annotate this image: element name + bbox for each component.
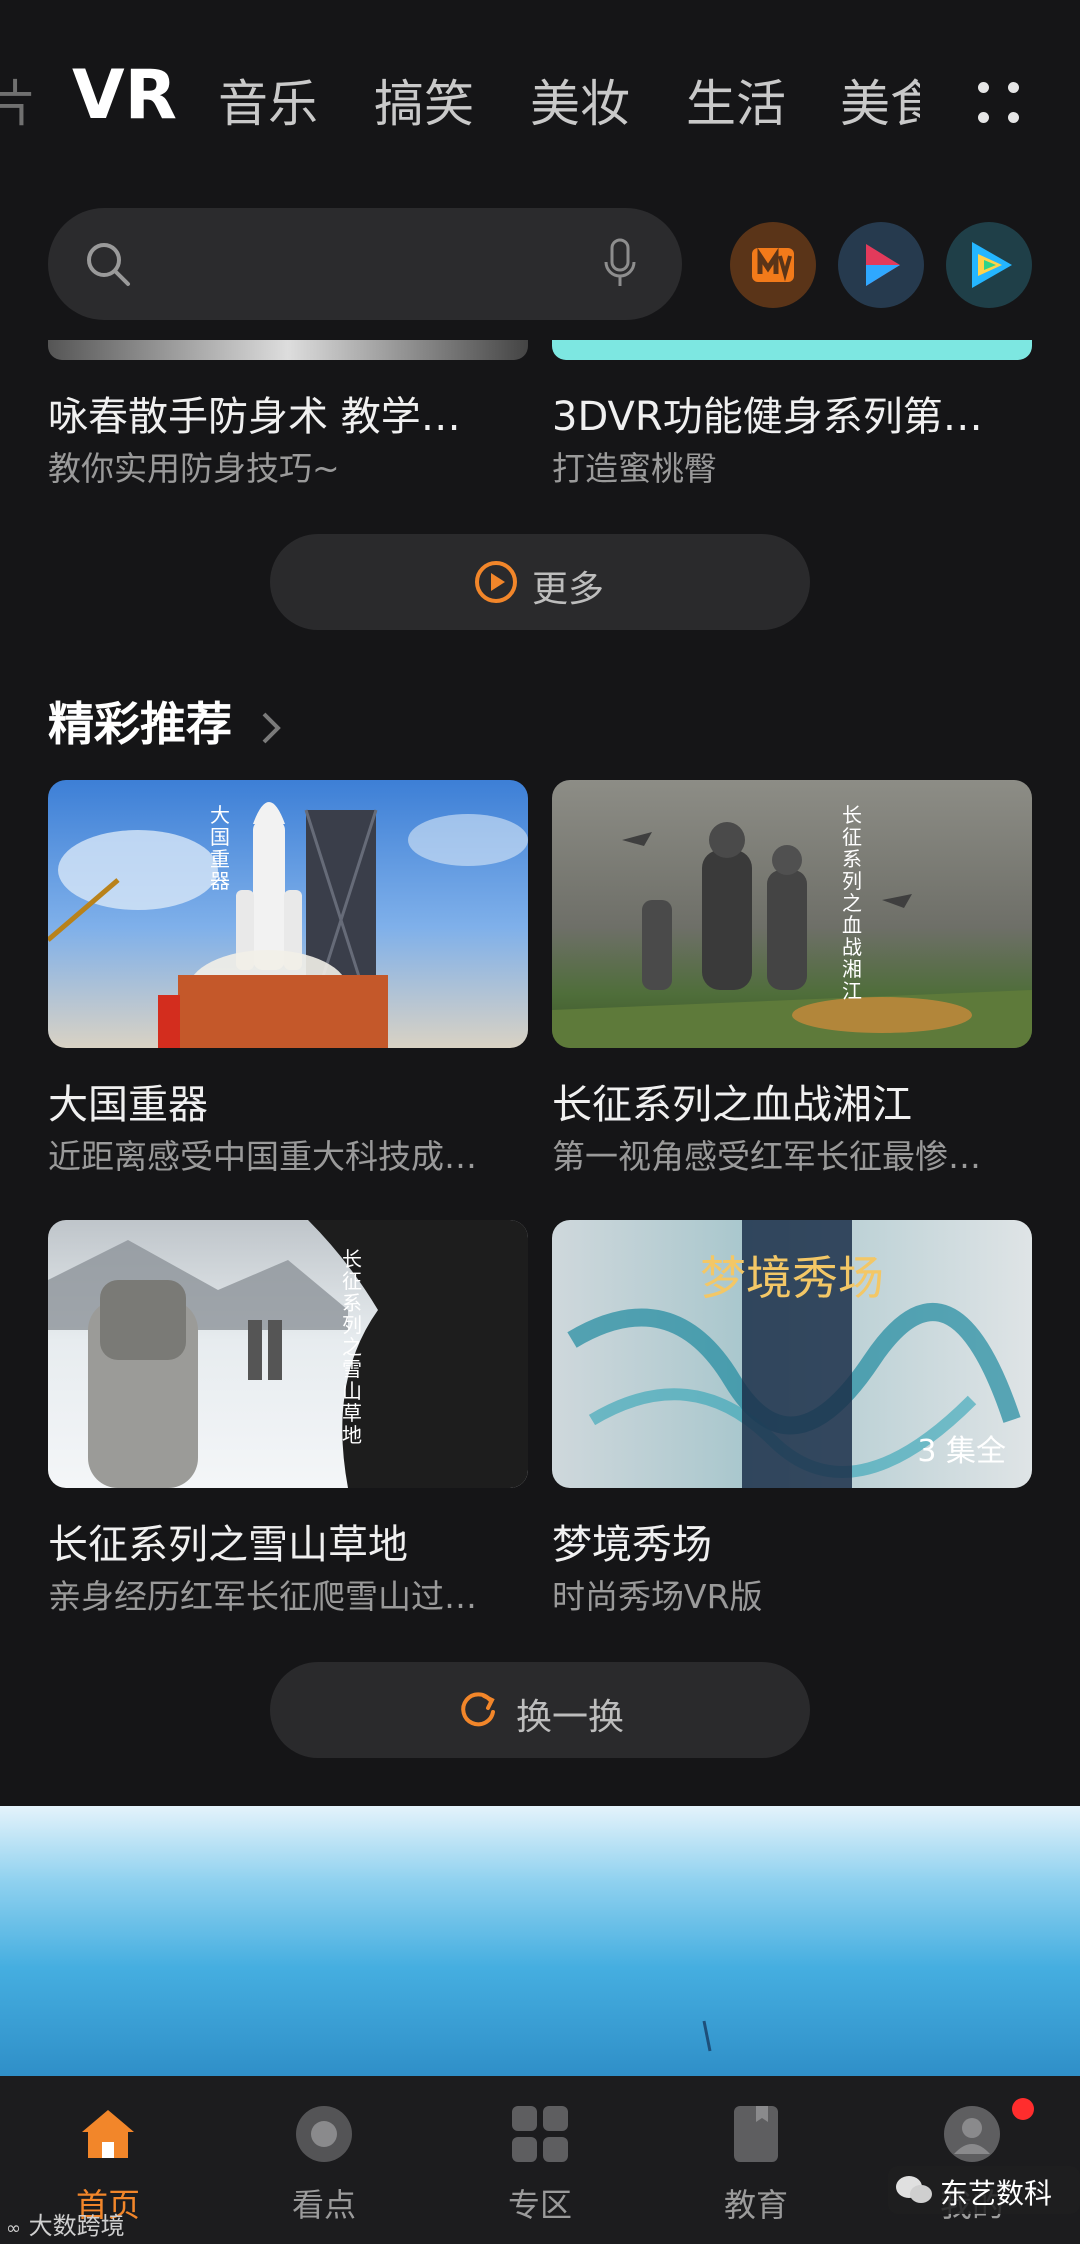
watermark-right: 东艺数科 — [888, 2166, 1080, 2214]
tab-beauty[interactable]: 美妆 — [530, 64, 630, 136]
watermark-left: ∞ 大数跨境 — [6, 2206, 125, 2241]
chevron-right-icon — [262, 712, 281, 743]
card-subtitle: 打造蜜桃臀 — [552, 449, 717, 488]
top-tab-bar: 片 VR 音乐 搞笑 美妆 生活 美食 — [0, 40, 1080, 150]
section-title-text: 精彩推荐 — [48, 697, 232, 751]
bottom-nav: 首页 看点 专区 教育 我的 — [0, 2076, 1080, 2244]
video-thumbnail-partial[interactable] — [48, 340, 528, 360]
watermark-right-text: 东艺数科 — [940, 2177, 1053, 2210]
mango-tv-icon[interactable] — [730, 222, 816, 308]
search-input[interactable] — [148, 228, 582, 302]
banner-image[interactable] — [0, 1806, 1080, 2076]
refresh-icon — [461, 1692, 495, 1727]
card-subtitle: 教你实用防身技巧~ — [48, 449, 340, 488]
tab-partial-left[interactable]: 片 — [0, 64, 36, 136]
wechat-icon — [896, 2176, 932, 2203]
nav-item-profile[interactable]: 我的 — [864, 2076, 1080, 2244]
video-thumbnail-partial[interactable] — [552, 340, 1032, 360]
card-title[interactable]: 长征系列之雪山草地 — [48, 1512, 538, 1570]
book-icon — [734, 2106, 778, 2162]
thumbnail-overlay-text: 大国重器 — [210, 803, 230, 893]
watermark-logo-icon: ∞ — [6, 2218, 21, 2239]
thumbnail-overlay-text: 梦境秀场 — [700, 1251, 884, 1305]
card-title[interactable]: 梦境秀场 — [552, 1512, 1042, 1570]
video-thumbnail[interactable]: 长征系列之雪山草地 — [48, 1220, 528, 1488]
video-play-icon[interactable] — [838, 222, 924, 308]
video-thumbnail[interactable]: 大国重器 — [48, 780, 528, 1048]
nav-item-highlights[interactable]: 看点 — [216, 2076, 432, 2244]
watermark-left-text: 大数跨境 — [28, 2212, 125, 2240]
episode-count-badge: 3 集全 — [917, 1434, 1006, 1469]
video-thumbnail[interactable]: 梦境秀场 3 集全 — [552, 1220, 1032, 1488]
section-title[interactable]: 精彩推荐 — [48, 688, 286, 754]
tab-food[interactable]: 美食 — [840, 64, 920, 136]
search-bar[interactable] — [48, 208, 682, 320]
play-circle-icon — [475, 561, 517, 603]
nav-item-zone[interactable]: 专区 — [432, 2076, 648, 2244]
card-title[interactable]: 3DVR功能健身系列第… — [552, 384, 1042, 442]
tab-vr[interactable]: VR — [72, 56, 177, 135]
card-subtitle: 第一视角感受红军长征最惨… — [552, 1137, 981, 1176]
nav-item-education[interactable]: 教育 — [648, 2076, 864, 2244]
highlights-icon — [296, 2106, 352, 2162]
card-subtitle: 时尚秀场VR版 — [552, 1577, 763, 1616]
tab-funny[interactable]: 搞笑 — [374, 64, 474, 136]
search-icon — [87, 243, 130, 286]
refresh-button-label: 换一换 — [516, 1697, 625, 1738]
more-button[interactable]: 更多 — [270, 534, 810, 630]
profile-icon — [944, 2106, 1000, 2162]
thumbnail-overlay-text: 长征系列之血战湘江 — [842, 803, 862, 1003]
more-tabs-icon[interactable] — [970, 74, 1030, 134]
grid-icon — [512, 2106, 568, 2162]
tab-music[interactable]: 音乐 — [218, 64, 318, 136]
notification-dot — [1012, 2098, 1034, 2120]
card-subtitle: 亲身经历红军长征爬雪山过… — [48, 1577, 477, 1616]
microphone-icon[interactable] — [600, 236, 640, 292]
tencent-video-icon[interactable] — [946, 222, 1032, 308]
nav-label: 看点 — [291, 2186, 356, 2224]
card-title[interactable]: 长征系列之血战湘江 — [552, 1072, 1042, 1130]
tab-life[interactable]: 生活 — [686, 64, 786, 136]
video-thumbnail[interactable]: 长征系列之血战湘江 — [552, 780, 1032, 1048]
card-subtitle: 近距离感受中国重大科技成… — [48, 1137, 477, 1176]
more-button-label: 更多 — [532, 569, 605, 610]
thumbnail-overlay-text: 长征系列之雪山草地 — [342, 1247, 362, 1447]
home-icon — [82, 2110, 134, 2158]
refresh-button[interactable]: 换一换 — [270, 1662, 810, 1758]
nav-label: 教育 — [723, 2186, 788, 2224]
card-title[interactable]: 大国重器 — [48, 1072, 538, 1130]
card-title[interactable]: 咏春散手防身术 教学… — [48, 384, 538, 442]
nav-label: 专区 — [507, 2186, 572, 2224]
